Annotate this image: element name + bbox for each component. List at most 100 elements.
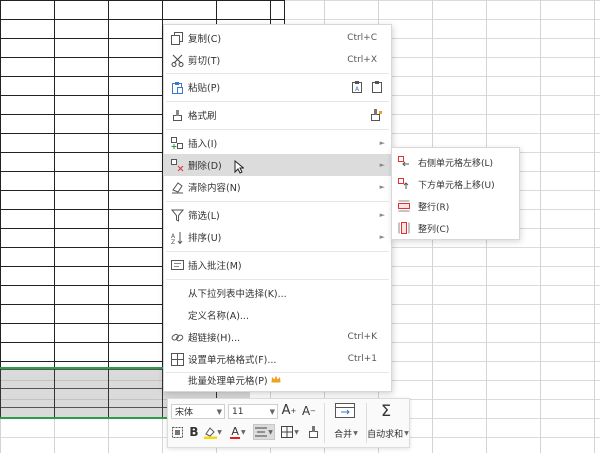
menu-item-label: 排序(U) — [188, 233, 222, 244]
menu-item-label: 删除(D) — [188, 161, 222, 172]
menu-item-label: 粘贴(P) — [188, 83, 221, 94]
decrease-font-glyph: A — [301, 403, 311, 418]
font-name-select[interactable]: 宋体 ▼ — [171, 404, 225, 419]
increase-font-glyph: A — [281, 403, 291, 418]
menu-item-label: 筛选(L) — [188, 211, 220, 222]
paste-format-icon[interactable] — [372, 81, 383, 93]
toolbar-format-painter-icon[interactable] — [305, 424, 321, 440]
menu-item-insert-comment[interactable]: 插入批注(M) — [164, 254, 391, 276]
menu-item-shortcut: Ctrl+K — [347, 332, 377, 342]
submenu-item-label: 右侧单元格左移(L) — [418, 158, 494, 169]
merge-label: 合并 — [334, 429, 353, 440]
chevron-down-icon: ▼ — [216, 407, 222, 416]
menu-item-label: 插入(I) — [188, 139, 218, 150]
menu-item-shortcut: Ctrl+1 — [347, 354, 377, 364]
chevron-down-icon: ▼ — [353, 429, 358, 437]
paste-values-icon[interactable]: A — [352, 81, 363, 93]
submenu-arrow-icon: ► — [379, 183, 385, 191]
increase-font-size-button[interactable]: A + — [281, 402, 297, 419]
menu-item-copy[interactable]: 复制(C) Ctrl+C — [164, 27, 391, 49]
delete-column-icon — [398, 222, 410, 234]
menu-item-filter[interactable]: 筛选(L) ► — [164, 204, 391, 226]
copy-icon — [170, 31, 184, 45]
font-color-glyph: A — [230, 424, 240, 439]
menu-item-label: 剪切(T) — [188, 56, 221, 67]
menu-item-label: 批量处理单元格(P) — [188, 376, 268, 387]
menu-item-format-cells[interactable]: 设置单元格格式(F)... Ctrl+1 — [164, 348, 391, 370]
menu-item-define-name[interactable]: 定义名称(A)... — [164, 304, 391, 326]
submenu-item-label: 整行(R) — [418, 202, 450, 213]
autosum-label: 自动求和 — [367, 429, 404, 440]
font-size-select[interactable]: 11 ▼ — [228, 404, 278, 419]
menu-item-format-painter[interactable]: 格式刷 — [164, 104, 391, 126]
shift-left-icon — [398, 156, 410, 168]
menu-separator — [166, 279, 389, 280]
chevron-down-icon: ▼ — [217, 428, 222, 436]
autosum-symbol: Σ — [380, 400, 392, 420]
autosum-button[interactable]: 自动求和 ▼ — [367, 426, 409, 440]
submenu-arrow-icon: ► — [379, 211, 385, 219]
delete-row-icon — [398, 200, 410, 212]
menu-separator — [166, 201, 389, 202]
menu-item-label: 复制(C) — [188, 34, 222, 45]
menu-item-label: 清除内容(N) — [188, 183, 241, 194]
menu-item-cut[interactable]: 剪切(T) Ctrl+X — [164, 49, 391, 71]
format-painter-side-icon[interactable] — [370, 109, 383, 121]
menu-item-clear-contents[interactable]: 清除内容(N) ► — [164, 176, 391, 198]
menu-item-hyperlink[interactable]: 超链接(H)... Ctrl+K — [164, 326, 391, 348]
submenu-item-label: 下方单元格上移(U) — [418, 180, 495, 191]
mini-toolbar: 宋体 ▼ 11 ▼ A + A − Σ B ▼ A ▼ ▼ ▼ 合并 ▼ 自动求… — [167, 398, 410, 448]
toolbar-separator — [324, 403, 325, 443]
decrease-font-size-button[interactable]: A − — [301, 402, 317, 419]
highlight-color-button[interactable]: ▼ — [203, 424, 223, 440]
crown-icon — [271, 375, 281, 383]
menu-item-label: 格式刷 — [188, 111, 217, 122]
align-center-button[interactable]: ▼ — [253, 424, 275, 440]
borders-button[interactable]: ▼ — [279, 424, 301, 440]
submenu-item-shift-left[interactable]: 右侧单元格左移(L) — [392, 152, 519, 172]
bold-button[interactable]: B — [187, 424, 201, 440]
cell-style-icon[interactable] — [170, 424, 184, 440]
font-size-value: 11 — [232, 406, 244, 417]
paste-icon — [170, 80, 184, 94]
submenu-item-delete-row[interactable]: 整行(R) — [392, 196, 519, 216]
shift-up-icon — [398, 178, 410, 190]
font-name-value: 宋体 — [175, 408, 194, 418]
menu-item-label: 从下拉列表中选择(K)... — [188, 289, 287, 300]
autosum-icon[interactable]: Σ — [374, 400, 398, 420]
insert-icon — [170, 136, 184, 150]
chevron-down-icon: ▼ — [268, 428, 273, 436]
submenu-item-shift-up[interactable]: 下方单元格上移(U) — [392, 174, 519, 194]
menu-item-label: 定义名称(A)... — [188, 311, 249, 322]
submenu-item-label: 整列(C) — [418, 224, 450, 235]
merge-button[interactable]: 合并 ▼ — [327, 426, 365, 440]
chevron-down-icon: ▼ — [240, 428, 246, 436]
font-color-button[interactable]: A ▼ — [228, 424, 248, 440]
menu-item-paste[interactable]: 粘贴(P) A — [164, 76, 391, 98]
delete-submenu: 右侧单元格左移(L) 下方单元格上移(U) 整行(R) 整列(C) — [391, 147, 520, 240]
menu-item-delete[interactable]: 删除(D) ► — [164, 154, 391, 176]
menu-item-shortcut: Ctrl+X — [347, 55, 377, 65]
mouse-cursor-icon — [234, 160, 244, 174]
menu-item-shortcut: Ctrl+C — [347, 33, 377, 43]
menu-separator — [166, 251, 389, 252]
submenu-arrow-icon: ► — [379, 139, 385, 147]
menu-item-label: 超链接(H)... — [188, 333, 241, 344]
menu-item-batch-process[interactable]: 批量处理单元格(P) — [164, 368, 391, 392]
menu-item-label: 插入批注(M) — [188, 261, 242, 272]
cut-icon — [170, 53, 184, 67]
menu-item-sort[interactable]: AZ 排序(U) ► — [164, 226, 391, 248]
menu-separator — [166, 101, 389, 102]
menu-item-insert[interactable]: 插入(I) ► — [164, 132, 391, 154]
delete-icon — [170, 158, 184, 172]
chevron-down-icon: ▼ — [404, 429, 409, 437]
chevron-down-icon: ▼ — [294, 428, 299, 436]
submenu-item-delete-column[interactable]: 整列(C) — [392, 218, 519, 238]
comment-icon — [170, 258, 184, 272]
menu-item-label: 设置单元格格式(F)... — [188, 355, 277, 366]
menu-item-pick-from-list[interactable]: 从下拉列表中选择(K)... — [164, 282, 391, 304]
menu-separator — [166, 129, 389, 130]
merge-icon[interactable] — [330, 400, 360, 420]
submenu-arrow-icon: ► — [379, 161, 385, 169]
menu-separator — [166, 73, 389, 74]
